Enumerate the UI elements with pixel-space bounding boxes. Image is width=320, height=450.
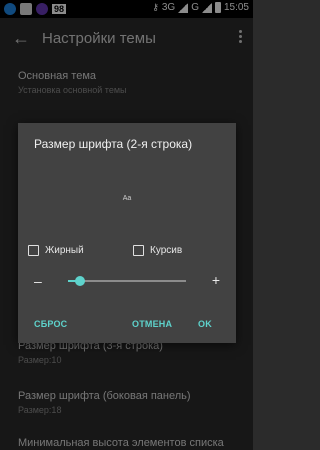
increase-button[interactable]: + <box>212 272 220 288</box>
checkbox-icon[interactable] <box>133 245 144 256</box>
checkbox-icon[interactable] <box>28 245 39 256</box>
font-preview: Aa <box>122 195 132 202</box>
ok-button[interactable]: OK <box>198 319 212 329</box>
bold-checkbox[interactable]: Жирный <box>28 245 84 256</box>
decrease-button[interactable]: – <box>34 273 42 289</box>
reset-button[interactable]: СБРОС <box>34 319 67 329</box>
cancel-button[interactable]: ОТМЕНА <box>132 319 172 329</box>
slider-thumb[interactable] <box>74 276 85 286</box>
slider-track[interactable] <box>68 280 186 282</box>
italic-checkbox[interactable]: Курсив <box>133 245 182 256</box>
italic-label: Курсив <box>150 245 183 256</box>
font-size-dialog: Размер шрифта (2-я строка) Aa Жирный Кур… <box>18 123 236 343</box>
dialog-title: Размер шрифта (2-я строка) <box>34 137 193 151</box>
bold-label: Жирный <box>45 245 84 256</box>
